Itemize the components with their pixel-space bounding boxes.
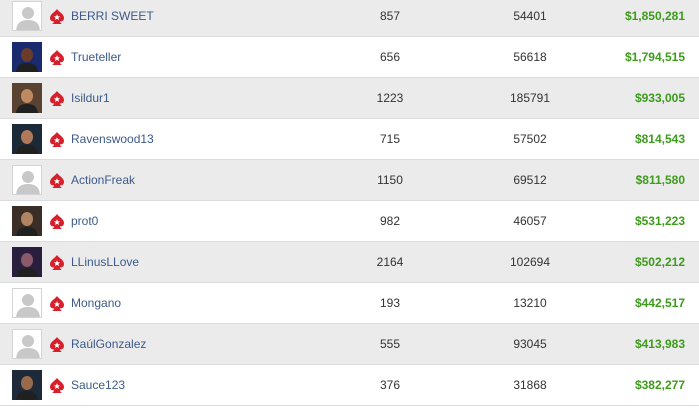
avatar-placeholder-icon[interactable] [12, 165, 42, 195]
avatar[interactable] [12, 247, 42, 277]
stat-column-b: 54401 [513, 9, 547, 23]
winnings-amount: $531,223 [634, 214, 685, 228]
avatar[interactable] [12, 124, 42, 154]
table-row[interactable]: LLinusLLove 2164 102694 $502,212 [0, 242, 699, 283]
player-name-link[interactable]: RaúlGonzalez [71, 324, 146, 365]
player-name-link[interactable]: Ravenswood13 [71, 119, 154, 160]
pokerstars-spade-icon [49, 295, 65, 312]
stat-column-a: 982 [379, 214, 401, 228]
winnings-amount: $1,850,281 [624, 9, 685, 23]
stat-column-a: 715 [379, 132, 401, 146]
table-row[interactable]: RaúlGonzalez 555 93045 $413,983 [0, 324, 699, 365]
table-row[interactable]: ActionFreak 1150 69512 $811,580 [0, 160, 699, 201]
player-name-link[interactable]: Isildur1 [71, 78, 110, 119]
winnings-amount: $442,517 [634, 296, 685, 310]
pokerstars-spade-icon [49, 254, 65, 271]
player-name-link[interactable]: Mongano [71, 283, 121, 324]
player-name-link[interactable]: prot0 [71, 201, 98, 242]
avatar-placeholder-icon[interactable] [12, 288, 42, 318]
pokerstars-spade-icon [49, 377, 65, 394]
player-name-link[interactable]: LLinusLLove [71, 242, 139, 283]
stat-column-a: 656 [379, 50, 401, 64]
table-row[interactable]: Sauce123 376 31868 $382,277 [0, 365, 699, 406]
avatar[interactable] [12, 83, 42, 113]
stat-column-a: 2164 [376, 255, 404, 269]
pokerstars-spade-icon [49, 90, 65, 107]
stat-column-a: 857 [379, 9, 401, 23]
avatar-placeholder-icon[interactable] [12, 1, 42, 31]
pokerstars-spade-icon [49, 336, 65, 353]
avatar[interactable] [12, 206, 42, 236]
table-row[interactable]: Ravenswood13 715 57502 $814,543 [0, 119, 699, 160]
table-row[interactable]: prot0 982 46057 $531,223 [0, 201, 699, 242]
table-row[interactable]: Mongano 193 13210 $442,517 [0, 283, 699, 324]
stat-column-a: 1150 [377, 173, 403, 187]
stat-column-b: 93045 [513, 337, 547, 351]
stat-column-a: 376 [379, 378, 401, 392]
stat-column-b: 56618 [513, 50, 547, 64]
stat-column-b: 69512 [513, 173, 547, 187]
winnings-amount: $933,005 [634, 91, 685, 105]
winnings-amount: $1,794,515 [624, 50, 685, 64]
player-name-link[interactable]: BERRI SWEET [71, 0, 154, 37]
player-name-link[interactable]: ActionFreak [71, 160, 135, 201]
table-row[interactable]: BERRI SWEET 857 54401 $1,850,281 [0, 0, 699, 37]
pokerstars-spade-icon [49, 8, 65, 25]
winnings-amount: $382,277 [634, 378, 685, 392]
pokerstars-spade-icon [49, 172, 65, 189]
stat-column-b: 185791 [509, 91, 551, 105]
pokerstars-spade-icon [49, 49, 65, 66]
stat-column-a: 1223 [376, 91, 404, 105]
winnings-amount: $811,580 [635, 173, 685, 187]
winnings-amount: $814,543 [634, 132, 685, 146]
stat-column-b: 31868 [513, 378, 547, 392]
stat-column-a: 555 [379, 337, 401, 351]
pokerstars-spade-icon [49, 131, 65, 148]
winnings-amount: $413,983 [634, 337, 685, 351]
stat-column-b: 102694 [509, 255, 551, 269]
stat-column-b: 57502 [513, 132, 547, 146]
stat-column-b: 46057 [513, 214, 547, 228]
stat-column-b: 13210 [513, 296, 547, 310]
player-name-link[interactable]: Sauce123 [71, 365, 125, 406]
avatar-placeholder-icon[interactable] [12, 329, 42, 359]
table-row[interactable]: Isildur1 1223 185791 $933,005 [0, 78, 699, 119]
table-row[interactable]: Trueteller 656 56618 $1,794,515 [0, 37, 699, 78]
avatar[interactable] [12, 370, 42, 400]
pokerstars-spade-icon [49, 213, 65, 230]
avatar[interactable] [12, 42, 42, 72]
winnings-amount: $502,212 [634, 255, 685, 269]
player-name-link[interactable]: Trueteller [71, 37, 121, 78]
stat-column-a: 193 [379, 296, 401, 310]
